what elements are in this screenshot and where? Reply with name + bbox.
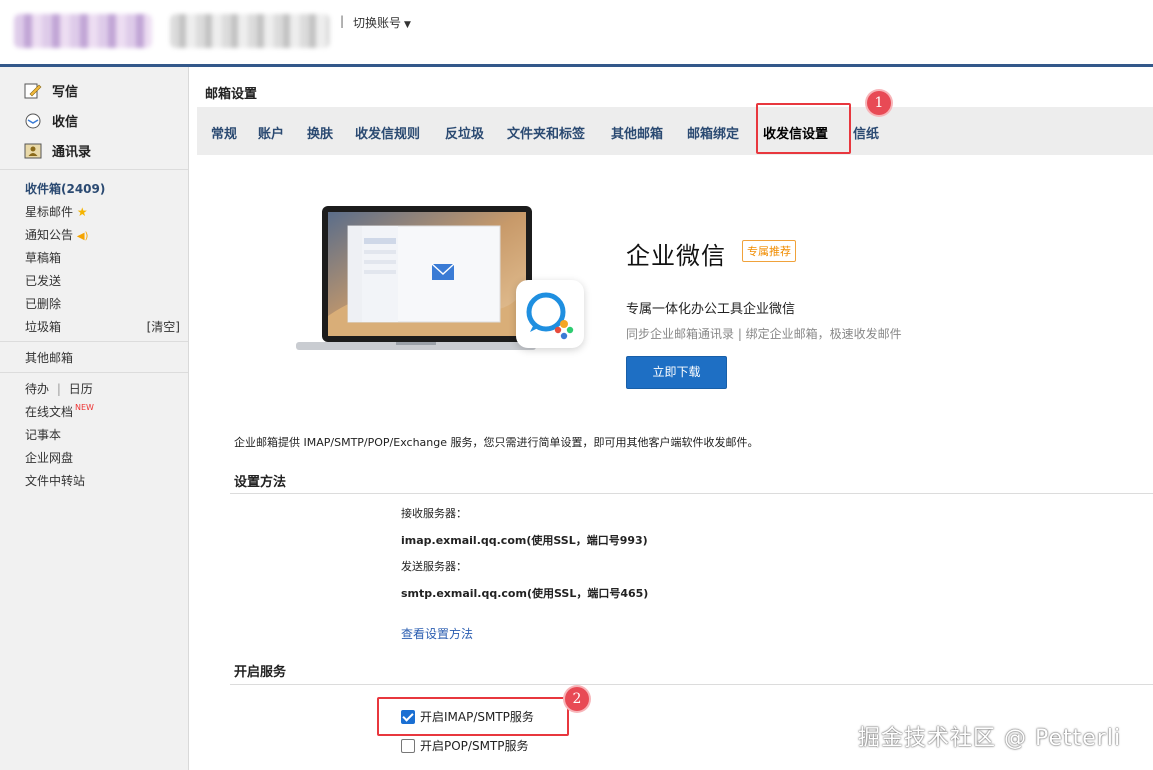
- main-panel: 邮箱设置 常规 账户 换肤 收发信规则 反垃圾 文件夹和标签 其他邮箱 邮箱绑定…: [197, 67, 1153, 770]
- star-icon: ★: [76, 205, 88, 219]
- promo-description: 同步企业邮箱通讯录 | 绑定企业邮箱，极速收发邮件: [626, 327, 902, 341]
- blurred-logo: [14, 14, 152, 48]
- tab-anti-spam[interactable]: 反垃圾: [445, 123, 484, 142]
- tab-other-mailbox[interactable]: 其他邮箱: [611, 123, 663, 142]
- contacts-button[interactable]: 通讯录: [24, 141, 91, 160]
- services-heading: 开启服务: [234, 665, 287, 680]
- page-title: 邮箱设置: [205, 87, 258, 102]
- pop-smtp-option[interactable]: 开启POP/SMTP服务: [401, 737, 529, 754]
- send-server-label: 发送服务器：: [401, 560, 467, 573]
- clear-spam-link[interactable]: [清空]: [147, 318, 180, 335]
- recommend-tag: 专属推荐: [742, 240, 796, 262]
- tab-folders-labels[interactable]: 文件夹和标签: [507, 123, 585, 142]
- download-button[interactable]: 立即下载: [626, 356, 727, 389]
- tab-stationery[interactable]: 信纸: [853, 123, 879, 142]
- sidebar-item-other-mailbox[interactable]: 其他邮箱: [25, 349, 73, 366]
- sidebar-item-drafts[interactable]: 草稿箱: [25, 249, 61, 266]
- sidebar-divider: [0, 341, 188, 342]
- top-bar: | 切换账号 ▼: [0, 0, 1153, 64]
- sidebar-item-calendar[interactable]: 日历: [69, 382, 93, 396]
- wecom-logo-icon: [516, 280, 584, 348]
- speaker-icon: ◀): [76, 231, 89, 242]
- notice-label: 通知公告: [25, 228, 74, 242]
- pop-smtp-label: 开启POP/SMTP服务: [420, 739, 529, 753]
- switch-account-label: 切换账号: [353, 16, 402, 30]
- send-server-value: smtp.exmail.qq.com(使用SSL，端口号465): [401, 587, 649, 600]
- pop-smtp-checkbox[interactable]: [401, 738, 415, 753]
- tab-mail-rules[interactable]: 收发信规则: [355, 123, 420, 142]
- sidebar-item-deleted[interactable]: 已删除: [25, 295, 61, 312]
- sidebar-todo-calendar: 待办 | 日历: [25, 380, 93, 397]
- promo-title: 企业微信: [626, 242, 726, 270]
- sidebar-item-notice[interactable]: 通知公告 ◀): [25, 226, 88, 243]
- online-docs-label: 在线文档: [25, 405, 74, 419]
- step-badge-2: 2: [565, 687, 589, 711]
- sidebar-item-online-docs[interactable]: 在线文档 NEW: [25, 403, 94, 420]
- section-divider: [230, 493, 1153, 494]
- compose-button[interactable]: 写信: [24, 81, 78, 100]
- promo-subtitle: 专属一体化办公工具企业微信: [626, 302, 796, 317]
- receive-button[interactable]: 收信: [24, 111, 78, 130]
- tab-account[interactable]: 账户: [258, 123, 284, 142]
- sidebar-item-spam[interactable]: 垃圾箱: [25, 318, 61, 335]
- section-divider: [230, 684, 1153, 685]
- laptop-illustration: [296, 206, 536, 359]
- step-badge-1: 1: [867, 91, 891, 115]
- contacts-label: 通讯录: [52, 145, 92, 160]
- sidebar-item-disk[interactable]: 企业网盘: [25, 449, 73, 466]
- watermark-text: 掘金技术社区 @ Petterli: [858, 726, 1122, 751]
- todo-separator: |: [56, 382, 61, 396]
- contacts-icon: [24, 143, 42, 159]
- receive-label: 收信: [52, 115, 79, 130]
- sidebar-item-starred[interactable]: 星标邮件 ★: [25, 203, 88, 220]
- setup-heading: 设置方法: [234, 475, 287, 490]
- compose-label: 写信: [52, 85, 79, 100]
- header-separator: |: [340, 14, 345, 28]
- service-intro-text: 企业邮箱提供 IMAP/SMTP/POP/Exchange 服务，您只需进行简单…: [234, 436, 759, 449]
- sidebar-item-inbox[interactable]: 收件箱(2409): [25, 180, 105, 197]
- tab-skin[interactable]: 换肤: [307, 123, 333, 142]
- sidebar-item-todo[interactable]: 待办: [25, 382, 49, 396]
- inbox-receive-icon: [24, 113, 42, 129]
- switch-account-link[interactable]: 切换账号 ▼: [353, 14, 411, 31]
- caret-down-icon: ▼: [404, 20, 411, 30]
- view-setup-link[interactable]: 查看设置方法: [401, 625, 473, 642]
- active-tab-highlight-box: [756, 103, 851, 154]
- tab-mailbox-binding[interactable]: 邮箱绑定: [687, 123, 739, 142]
- sidebar-item-transfer[interactable]: 文件中转站: [25, 472, 85, 489]
- sidebar-item-notes[interactable]: 记事本: [25, 426, 61, 443]
- imap-highlight-box: [377, 697, 569, 736]
- recv-server-label: 接收服务器：: [401, 507, 467, 520]
- sidebar-divider: [0, 169, 188, 170]
- sidebar-divider: [0, 372, 188, 373]
- compose-icon: [24, 83, 42, 99]
- starred-label: 星标邮件: [25, 205, 74, 219]
- sidebar: 写信 收信 通讯录 收件箱(2409) 星标邮件 ★ 通知公告 ◀) 草稿箱 已…: [0, 67, 189, 770]
- settings-tab-bar: 常规 账户 换肤 收发信规则 反垃圾 文件夹和标签 其他邮箱 邮箱绑定 收发信设…: [197, 107, 1153, 155]
- new-badge: NEW: [75, 403, 94, 412]
- recv-server-value: imap.exmail.qq.com(使用SSL，端口号993): [401, 534, 648, 547]
- tab-general[interactable]: 常规: [211, 123, 237, 142]
- blurred-account-name: [170, 14, 330, 48]
- sidebar-item-sent[interactable]: 已发送: [25, 272, 61, 289]
